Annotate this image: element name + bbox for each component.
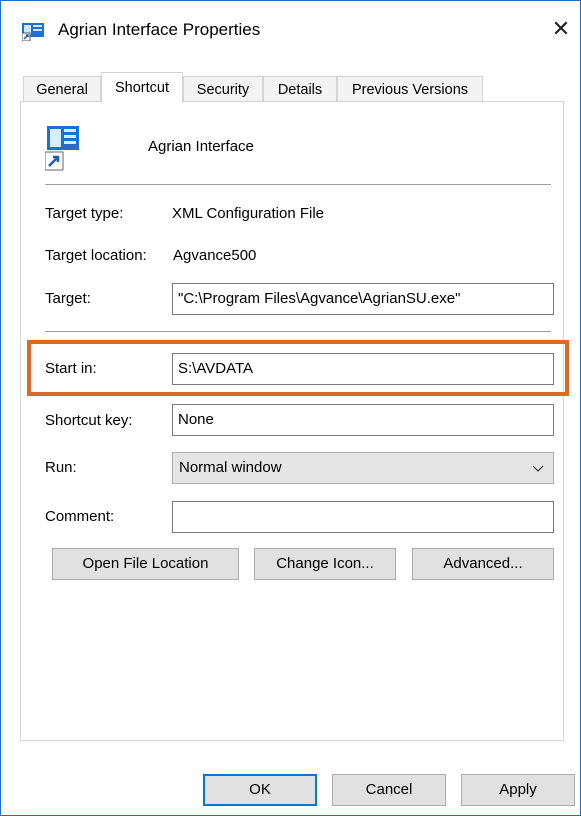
tab-shortcut[interactable]: Shortcut [101,72,183,103]
properties-window: Agrian Interface Properties ✕ General Sh… [0,0,581,816]
target-field[interactable]: "C:\Program Files\Agvance\AgrianSU.exe" [172,283,554,315]
tab-strip: General Shortcut Security Details Previo… [23,72,563,103]
target-type-label: Target type: [45,205,124,222]
close-button[interactable]: ✕ [549,15,573,43]
separator [45,184,551,185]
run-select[interactable]: Normal window [172,452,554,484]
tab-previous-versions[interactable]: Previous Versions [337,76,483,102]
shortcut-icon [45,126,79,171]
cancel-button[interactable]: Cancel [332,774,446,806]
target-label: Target: [45,290,91,307]
target-location-label: Target location: [45,247,147,264]
comment-label: Comment: [45,508,115,525]
start-in-field[interactable]: S:\AVDATA [172,353,554,385]
window-title: Agrian Interface Properties [58,20,261,39]
target-type-value: XML Configuration File [172,205,325,222]
apply-button[interactable]: Apply [461,774,575,806]
shortcut-window-icon [22,23,44,41]
run-select-value: Normal window [179,459,282,476]
shortcut-name: Agrian Interface [148,138,254,155]
tab-details[interactable]: Details [263,76,337,102]
tab-general[interactable]: General [23,76,101,102]
chevron-down-icon [532,465,544,472]
tab-security[interactable]: Security [183,76,263,102]
title-bar[interactable]: Agrian Interface Properties ✕ [1,1,580,59]
ok-button[interactable]: OK [203,774,317,806]
shortcut-key-label: Shortcut key: [45,412,133,429]
open-file-location-button[interactable]: Open File Location [52,548,239,580]
comment-field[interactable] [172,501,554,533]
change-icon-button[interactable]: Change Icon... [254,548,396,580]
run-label: Run: [45,459,77,476]
separator [45,331,551,332]
advanced-button[interactable]: Advanced... [412,548,554,580]
start-in-label: Start in: [45,360,97,377]
close-icon: ✕ [551,16,571,41]
shortcut-key-field[interactable]: None [172,404,554,436]
target-location-value: Agvance500 [173,247,257,264]
